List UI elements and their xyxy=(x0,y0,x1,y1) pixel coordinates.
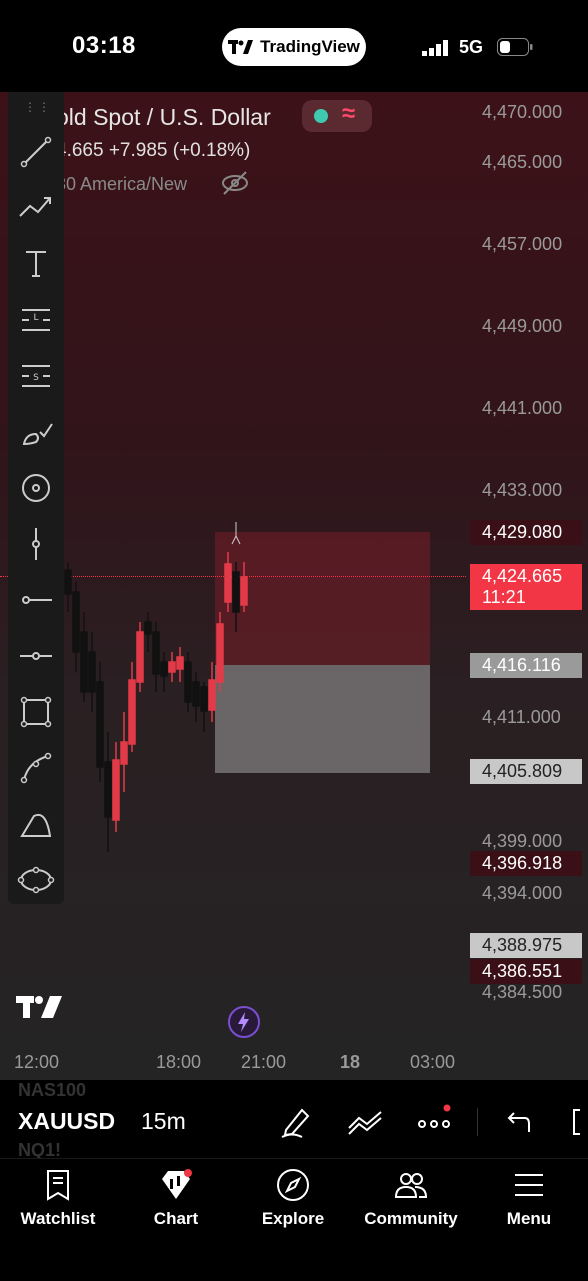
short-position-tool-icon[interactable]: S xyxy=(16,356,56,396)
eye-off-icon[interactable] xyxy=(220,170,250,196)
symbol-title[interactable]: old Spot / U.S. Dollar xyxy=(56,104,271,131)
horizontal-ray-tool-icon[interactable] xyxy=(16,580,56,620)
time-label: 03:00 xyxy=(410,1052,456,1072)
drawing-toolbar: ⋮⋮ L S xyxy=(8,92,64,904)
price-label: 4,384.500 xyxy=(482,982,563,1002)
undo-icon[interactable] xyxy=(499,1104,535,1140)
compass-icon xyxy=(277,1169,309,1201)
text-tool-icon[interactable] xyxy=(16,244,56,284)
price-label: 4,411.000 xyxy=(482,707,561,727)
price-label: 4,449.000 xyxy=(482,316,563,336)
wave-icon: ≈ xyxy=(342,100,356,127)
symbol-button[interactable]: XAUUSD xyxy=(18,1108,115,1135)
tradingview-watermark-icon xyxy=(16,996,62,1018)
market-open-dot xyxy=(314,109,328,123)
long-position-tool-icon[interactable]: L xyxy=(16,300,56,340)
price-label: 4,433.000 xyxy=(482,480,563,500)
polyline-tool-icon[interactable] xyxy=(16,860,56,900)
vertical-line-tool-icon[interactable] xyxy=(16,524,56,564)
arc-tool-icon[interactable] xyxy=(16,804,56,844)
time-label: 18 xyxy=(340,1052,361,1072)
status-bar: 03:18 TradingView 5G xyxy=(0,0,588,92)
drawing-pen-icon[interactable] xyxy=(278,1104,314,1140)
svg-text:L: L xyxy=(33,313,38,323)
app-pill-label: TradingView xyxy=(260,37,360,56)
svg-text:S: S xyxy=(33,373,39,383)
price-axis[interactable]: 4,470.000 4,465.000 4,457.000 4,449.000 … xyxy=(466,92,588,1052)
curve-tool-icon[interactable] xyxy=(16,748,56,788)
low-price-tag: 4,396.918 xyxy=(470,851,582,876)
flash-icon[interactable] xyxy=(228,1006,260,1038)
low-price-tag: 4,386.551 xyxy=(470,959,582,984)
bar-countdown: 11:21 xyxy=(482,587,526,607)
drag-handle-icon[interactable]: ⋮⋮ xyxy=(24,100,52,114)
community-icon xyxy=(394,1173,428,1198)
tab-menu[interactable]: Menu xyxy=(474,1167,584,1237)
chart-area[interactable]: old Spot / U.S. Dollar ≈ 4.665 +7.985 (+… xyxy=(0,92,588,1080)
ellipse-tool-icon[interactable] xyxy=(16,468,56,508)
current-price-value: 4,424.665 xyxy=(482,566,563,586)
time-label: 12:00 xyxy=(14,1052,60,1072)
clock: 03:18 xyxy=(72,32,136,59)
symbol-toolbar: NAS100 XAUUSD NQ1! 15m xyxy=(0,1080,588,1160)
more-icon[interactable] xyxy=(416,1104,452,1140)
price-label: 4,457.000 xyxy=(482,234,563,254)
toolbar-divider xyxy=(477,1108,478,1136)
ghost-symbol: NAS100 xyxy=(18,1080,87,1100)
price-label: 4,470.000 xyxy=(482,102,563,122)
tab-label: Community xyxy=(364,1209,458,1228)
chart-icon xyxy=(162,1169,192,1199)
tab-explore[interactable]: Explore xyxy=(238,1167,348,1237)
tab-label: Watchlist xyxy=(20,1209,96,1228)
target-price-tag: 4,405.809 xyxy=(470,759,582,784)
tab-label: Menu xyxy=(506,1209,552,1228)
price-label: 4,465.000 xyxy=(482,152,563,172)
timezone-line: 30 America/New xyxy=(56,174,188,194)
fullscreen-icon[interactable] xyxy=(568,1104,588,1140)
entry-price-tag: 4,416.116 xyxy=(470,653,582,678)
current-price-tag: 4,424.665 11:21 xyxy=(470,564,582,610)
tradingview-logo-icon xyxy=(228,40,254,54)
rectangle-tool-icon[interactable] xyxy=(16,692,56,732)
battery-icon xyxy=(497,38,533,56)
stop-price-tag: 4,429.080 xyxy=(470,520,582,545)
menu-icon xyxy=(515,1174,543,1196)
time-axis[interactable]: 12:00 18:00 21:00 18 03:00 xyxy=(0,1050,466,1080)
brush-tool-icon[interactable] xyxy=(16,412,56,452)
price-label: 4,441.000 xyxy=(482,398,563,418)
tab-watchlist[interactable]: Watchlist xyxy=(3,1167,113,1237)
low-price-tag: 4,388.975 xyxy=(470,933,582,958)
tab-label: Chart xyxy=(153,1209,199,1228)
time-label: 18:00 xyxy=(156,1052,202,1072)
indicators-icon[interactable] xyxy=(347,1104,383,1140)
price-label: 4,394.000 xyxy=(482,883,563,903)
watchlist-icon xyxy=(47,1170,69,1201)
tab-bar: Watchlist Chart Explore Community Menu xyxy=(0,1158,588,1281)
quote-line: 4.665 +7.985 (+0.18%) xyxy=(56,140,251,161)
tab-community[interactable]: Community xyxy=(356,1167,466,1237)
trendline-tool-icon[interactable] xyxy=(16,132,56,172)
path-tool-icon[interactable] xyxy=(16,188,56,228)
price-label: 4,399.000 xyxy=(482,831,563,851)
horizontal-line-tool-icon[interactable] xyxy=(16,636,56,676)
time-label: 21:00 xyxy=(241,1052,287,1072)
tab-label: Explore xyxy=(261,1209,325,1228)
interval-button[interactable]: 15m xyxy=(141,1108,186,1135)
market-status-badge[interactable]: ≈ xyxy=(302,100,372,132)
tradingview-pill[interactable]: TradingView xyxy=(222,28,366,66)
tab-chart[interactable]: Chart xyxy=(121,1167,231,1237)
network-type: 5G xyxy=(459,37,484,57)
signal-icon xyxy=(422,40,448,56)
candlestick-series[interactable] xyxy=(0,92,466,1080)
